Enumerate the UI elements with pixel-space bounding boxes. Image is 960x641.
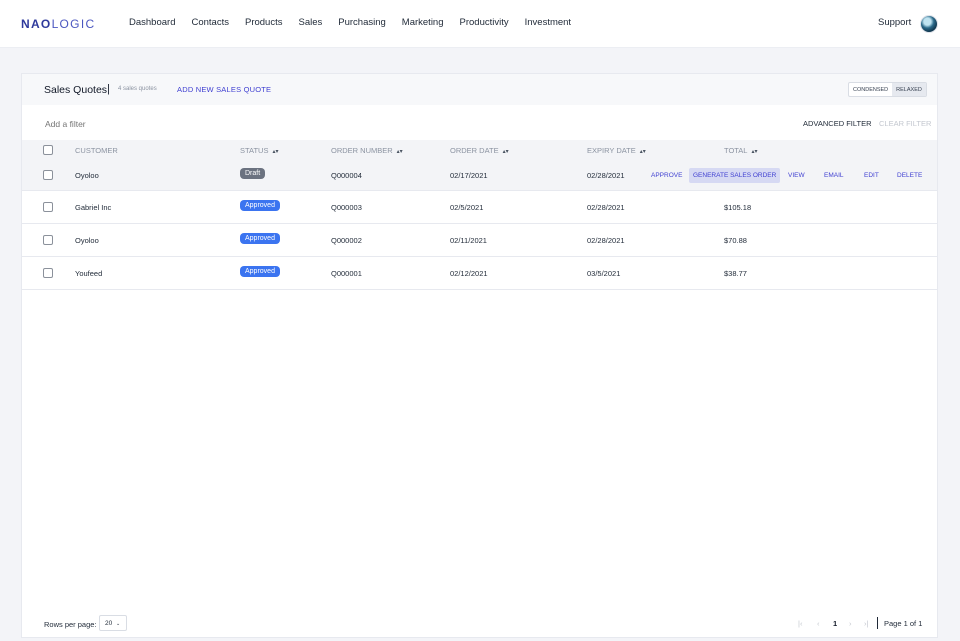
status-badge: Approved <box>240 233 280 244</box>
order-date-cell: 02/12/2021 <box>450 269 488 278</box>
expiry-date-cell: 02/28/2021 <box>587 236 625 245</box>
panel-header: Sales Quotes | 4 sales quotes ADD NEW SA… <box>22 74 937 105</box>
column-expiry-date[interactable]: EXPIRY DATE ▴▾ <box>587 146 646 155</box>
status-badge: Draft <box>240 168 266 179</box>
last-page-icon[interactable]: ›| <box>864 619 868 628</box>
nav-item-purchasing[interactable]: Purchasing <box>338 17 386 28</box>
rows-per-page-select[interactable]: 20 ⌄ <box>99 615 127 631</box>
nav-item-investment[interactable]: Investment <box>525 17 571 28</box>
status-badge: Approved <box>240 200 280 211</box>
avatar[interactable] <box>920 15 938 33</box>
table-row[interactable]: Youfeed Approved Q000001 02/12/2021 03/5… <box>22 257 937 290</box>
delete-button[interactable]: DELETE <box>897 172 922 179</box>
pagination-divider <box>877 617 878 629</box>
rows-per-page-value: 20 <box>105 620 113 627</box>
total-cell: $70.88 <box>724 236 747 245</box>
table-row[interactable]: Oyoloo Approved Q000002 02/11/2021 02/28… <box>22 224 937 257</box>
generate-sales-order-button[interactable]: GENERATE SALES ORDER <box>689 168 781 183</box>
table-footer: Rows per page: 20 ⌄ |‹ ‹ 1 › ›| Page 1 o… <box>22 609 937 637</box>
customer-cell[interactable]: Gabriel Inc <box>75 203 111 212</box>
column-total[interactable]: TOTAL ▴▾ <box>724 146 758 155</box>
chevron-down-icon: ⌄ <box>116 621 121 627</box>
row-checkbox[interactable] <box>43 268 53 278</box>
filter-bar: ADVANCED FILTER CLEAR FILTER <box>22 105 937 140</box>
edit-button[interactable]: EDIT <box>864 172 879 179</box>
row-checkbox[interactable] <box>43 202 53 212</box>
page-info: Page 1 of 1 <box>884 619 923 628</box>
page-title: Sales Quotes <box>44 84 108 96</box>
add-sales-quote-button[interactable]: ADD NEW SALES QUOTE <box>177 85 271 94</box>
select-all-checkbox[interactable] <box>43 145 53 155</box>
order-date-cell: 02/11/2021 <box>450 236 487 245</box>
row-checkbox[interactable] <box>43 235 53 245</box>
column-order-date-label: ORDER DATE <box>450 146 499 155</box>
naologic-logo[interactable]: NAOLOGIC <box>21 17 95 31</box>
order-date-cell: 02/17/2021 <box>450 171 488 180</box>
sort-icon[interactable]: ▴▾ <box>751 148 757 155</box>
column-customer[interactable]: CUSTOMER <box>75 146 118 155</box>
nav-item-dashboard[interactable]: Dashboard <box>129 17 175 28</box>
column-order-date[interactable]: ORDER DATE ▴▾ <box>450 146 509 155</box>
next-page-icon[interactable]: › <box>849 619 852 628</box>
sort-icon[interactable]: ▴▾ <box>640 148 646 155</box>
customer-cell[interactable]: Oyoloo <box>75 236 99 245</box>
column-total-label: TOTAL <box>724 146 748 155</box>
column-customer-label: CUSTOMER <box>75 146 118 155</box>
table-header: CUSTOMER STATUS ▴▾ ORDER NUMBER ▴▾ ORDER D… <box>22 140 937 160</box>
condensed-view-button[interactable]: CONDENSED <box>849 83 892 96</box>
sales-quotes-panel: Sales Quotes | 4 sales quotes ADD NEW SA… <box>21 73 938 638</box>
column-order-number-label: ORDER NUMBER <box>331 146 393 155</box>
total-cell: $105.18 <box>724 203 752 212</box>
sort-icon[interactable]: ▴▾ <box>397 148 403 155</box>
sort-icon[interactable]: ▴▾ <box>272 148 278 155</box>
sort-icon[interactable]: ▴▾ <box>503 148 509 155</box>
order-date-cell: 02/5/2021 <box>450 203 484 212</box>
quote-count: 4 sales quotes <box>118 86 157 92</box>
filter-input[interactable] <box>45 119 245 129</box>
title-separator: | <box>107 83 110 95</box>
table-row[interactable]: Oyoloo Draft Q000004 02/17/2021 02/28/20… <box>22 160 937 191</box>
column-expiry-date-label: EXPIRY DATE <box>587 146 636 155</box>
relaxed-view-button[interactable]: RELAXED <box>892 83 926 96</box>
rows-per-page-label: Rows per page: <box>44 620 97 629</box>
order-number-cell: Q000001 <box>331 269 362 278</box>
status-badge: Approved <box>240 266 280 277</box>
top-navigation-bar: NAOLOGIC Dashboard Contacts Products Sal… <box>0 0 960 48</box>
order-number-cell: Q000003 <box>331 203 362 212</box>
support-link[interactable]: Support <box>878 17 911 28</box>
nav-item-sales[interactable]: Sales <box>298 17 322 28</box>
column-status-label: STATUS <box>240 146 269 155</box>
view-density-toggle: CONDENSED RELAXED <box>848 82 927 97</box>
expiry-date-cell: 02/28/2021 <box>587 171 625 180</box>
clear-filter-button[interactable]: CLEAR FILTER <box>879 119 931 128</box>
order-number-cell: Q000002 <box>331 236 362 245</box>
advanced-filter-button[interactable]: ADVANCED FILTER <box>803 119 871 128</box>
view-button[interactable]: VIEW <box>788 172 805 179</box>
column-status[interactable]: STATUS ▴▾ <box>240 146 279 155</box>
nav-item-productivity[interactable]: Productivity <box>460 17 509 28</box>
nav-item-marketing[interactable]: Marketing <box>402 17 444 28</box>
customer-cell[interactable]: Youfeed <box>75 269 102 278</box>
row-checkbox[interactable] <box>43 170 53 180</box>
email-button[interactable]: EMAIL <box>824 172 844 179</box>
total-cell: $38.77 <box>724 269 747 278</box>
expiry-date-cell: 03/5/2021 <box>587 269 621 278</box>
first-page-icon[interactable]: |‹ <box>798 619 802 628</box>
table-row[interactable]: Gabriel Inc Approved Q000003 02/5/2021 0… <box>22 191 937 224</box>
logo-rest: LOGIC <box>51 17 96 31</box>
current-page[interactable]: 1 <box>833 619 837 628</box>
nav-item-contacts[interactable]: Contacts <box>191 17 229 28</box>
prev-page-icon[interactable]: ‹ <box>817 619 820 628</box>
main-nav: Dashboard Contacts Products Sales Purcha… <box>129 17 571 28</box>
customer-cell[interactable]: Oyoloo <box>75 171 99 180</box>
expiry-date-cell: 02/28/2021 <box>587 203 625 212</box>
column-order-number[interactable]: ORDER NUMBER ▴▾ <box>331 146 403 155</box>
approve-button[interactable]: APPROVE <box>651 172 682 179</box>
order-number-cell: Q000004 <box>331 171 362 180</box>
logo-bold: NAO <box>21 17 52 31</box>
nav-item-products[interactable]: Products <box>245 17 283 28</box>
